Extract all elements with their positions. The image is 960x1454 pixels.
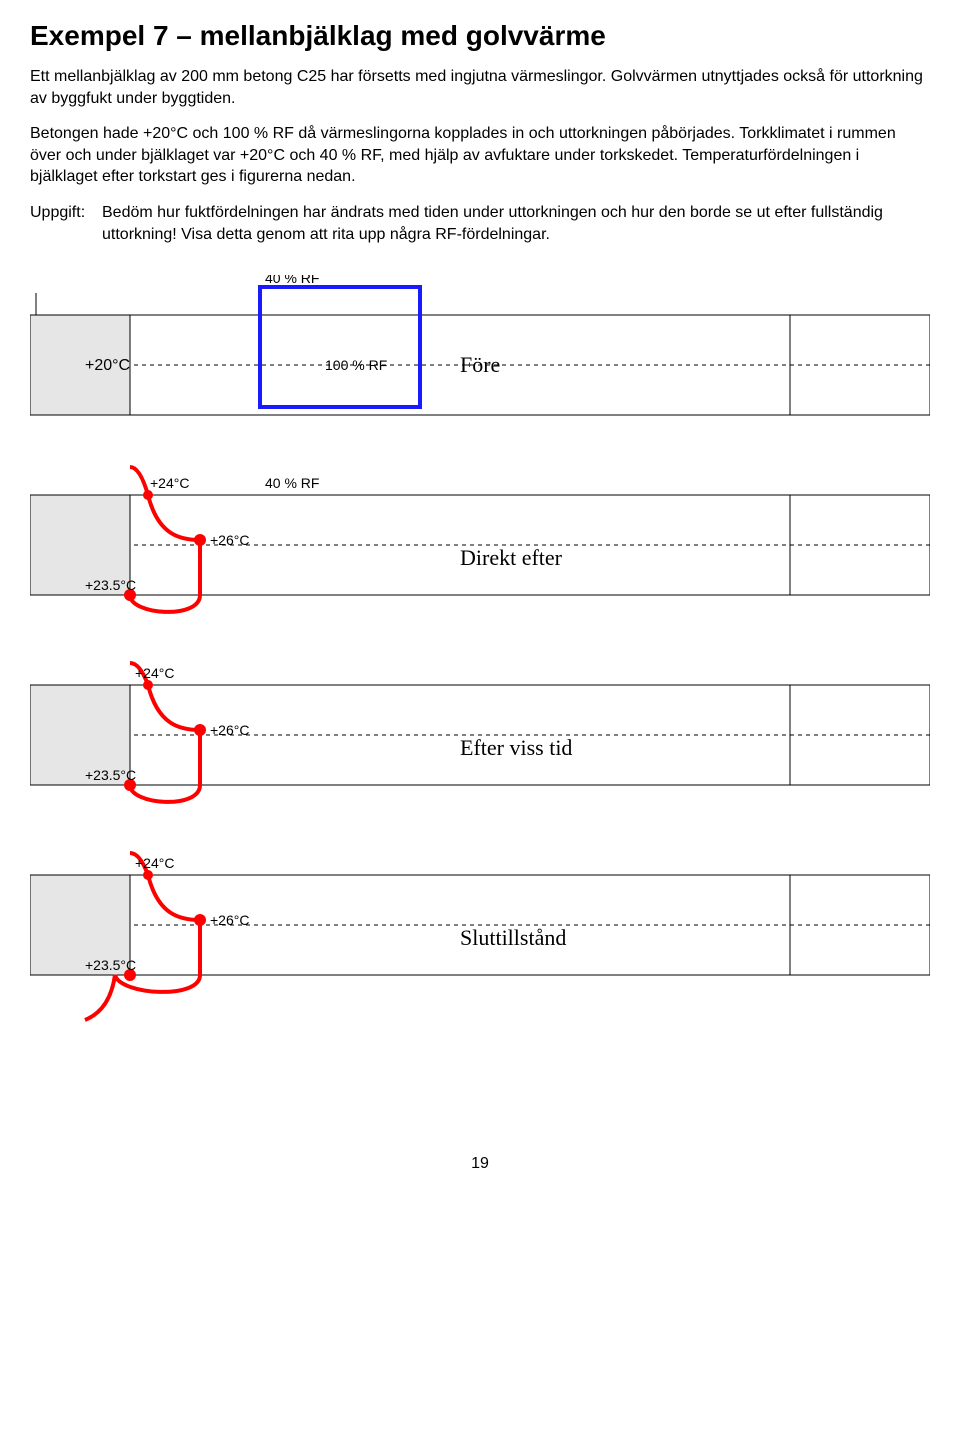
label-slut: Sluttillstånd — [460, 925, 566, 950]
page-title: Exempel 7 – mellanbjälklag med golvvärme — [30, 20, 930, 52]
page-number: 19 — [30, 1155, 930, 1173]
paragraph-1: Ett mellanbjälklag av 200 mm betong C25 … — [30, 66, 930, 109]
panel-efter: +24°C +26°C +23.5°C Efter viss tid — [30, 663, 930, 802]
label-rf100: 100 % RF — [325, 357, 387, 373]
temp-curve-3 — [130, 663, 200, 802]
panel-direkt: 40 % RF +24°C +26°C +23.5°C Direkt efter — [30, 467, 930, 612]
panel-slut: +24°C +26°C +23.5°C Sluttillstånd — [30, 853, 930, 1020]
panel-fore: 40 % RF +20°C 100 % RF Före — [30, 275, 930, 415]
label-t20: +20°C — [85, 357, 130, 374]
label-efter: Efter viss tid — [460, 735, 572, 760]
label-t235-2: +23.5°C — [85, 577, 136, 593]
task-label: Uppgift: — [30, 202, 102, 224]
label-t26-2: +26°C — [210, 532, 249, 548]
label-direkt: Direkt efter — [460, 545, 563, 570]
label-t26-3: +26°C — [210, 722, 249, 738]
diagram-svg: 40 % RF +20°C 100 % RF Före 40 % RF +24°… — [30, 275, 930, 1105]
label-t235-4: +23.5°C — [85, 957, 136, 973]
paragraph-2: Betongen hade +20°C och 100 % RF då värm… — [30, 123, 930, 188]
label-t24-3: +24°C — [135, 665, 174, 681]
label-t24-2: +24°C — [150, 475, 189, 491]
label-t24-4: +24°C — [135, 855, 174, 871]
label-fore: Före — [460, 352, 500, 377]
label-t235-3: +23.5°C — [85, 767, 136, 783]
task-paragraph: Uppgift:Bedöm hur fuktfördelningen har ä… — [30, 202, 930, 245]
label-rf40-1: 40 % RF — [265, 275, 319, 286]
diagram-stack: 40 % RF +20°C 100 % RF Före 40 % RF +24°… — [30, 275, 930, 1105]
label-t26-4: +26°C — [210, 912, 249, 928]
label-rf40-2: 40 % RF — [265, 475, 319, 491]
task-text: Bedöm hur fuktfördelningen har ändrats m… — [102, 204, 883, 243]
